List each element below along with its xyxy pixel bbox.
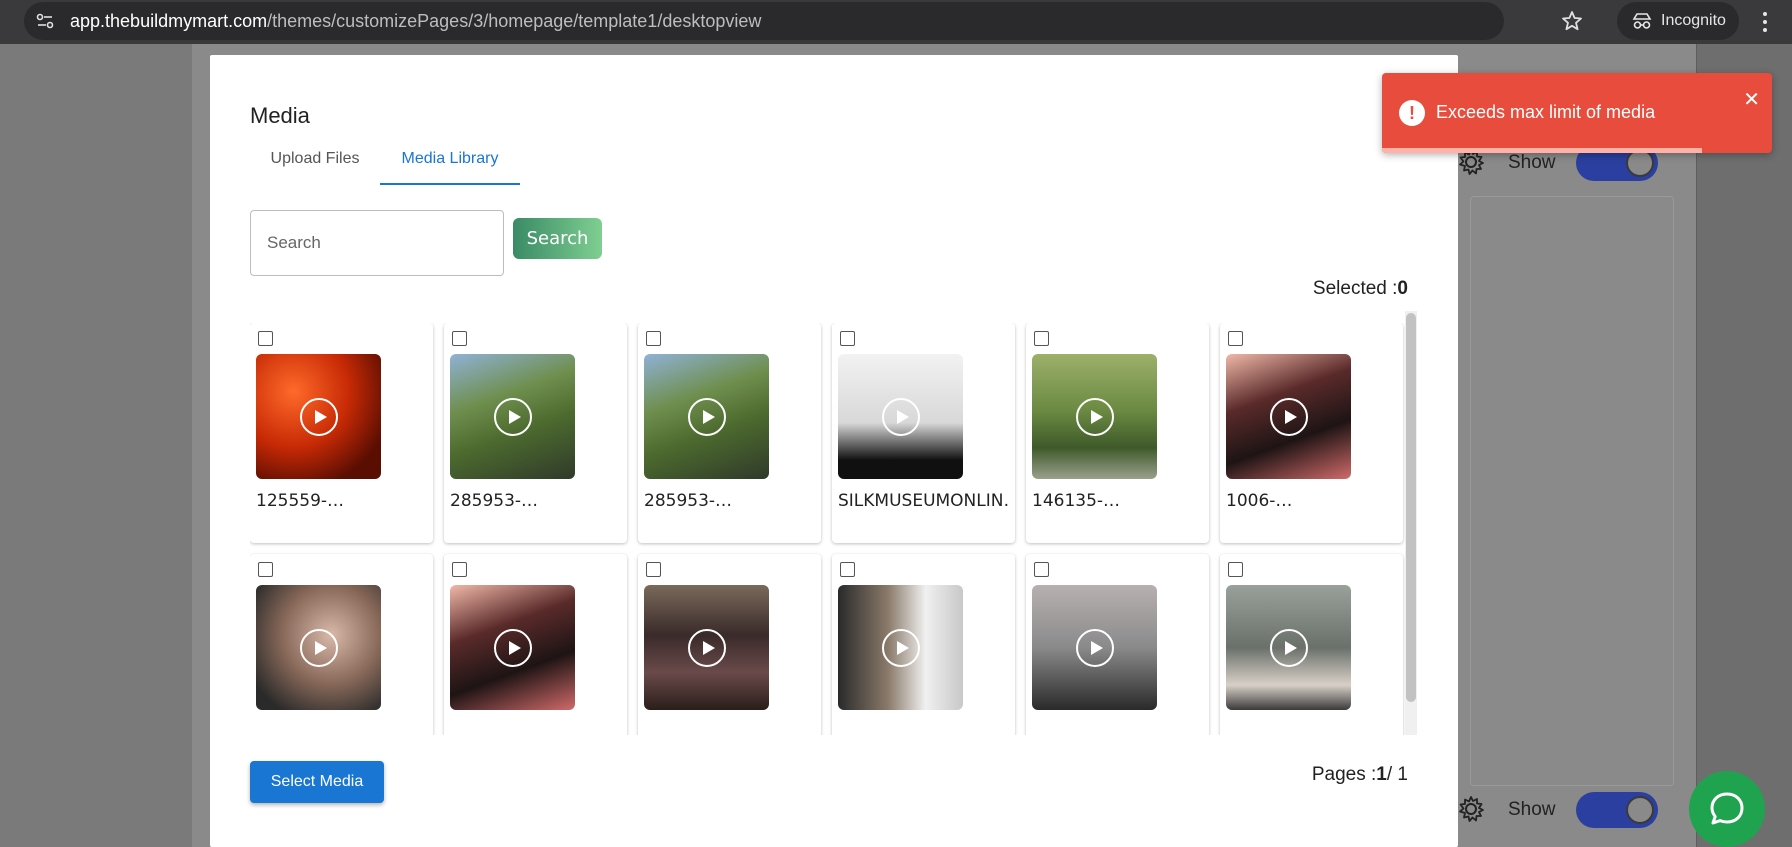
selected-value: 0 (1397, 278, 1408, 299)
pages-label: Pages : (1311, 764, 1377, 785)
media-checkbox[interactable] (258, 562, 273, 577)
play-icon[interactable] (494, 398, 532, 436)
background-sidebar (1697, 44, 1792, 847)
chat-bubble-icon (1710, 792, 1744, 825)
modal-title: Media (250, 103, 310, 128)
play-icon[interactable] (1076, 629, 1114, 667)
play-icon[interactable] (1270, 398, 1308, 436)
play-icon[interactable] (300, 398, 338, 436)
play-icon[interactable] (300, 629, 338, 667)
media-checkbox[interactable] (1034, 331, 1049, 346)
media-filename: 285953-… (450, 491, 539, 511)
media-thumbnail[interactable] (838, 585, 963, 710)
browser-toolbar: app.thebuildmymart.com/themes/customizeP… (0, 0, 1792, 44)
media-checkbox[interactable] (1034, 562, 1049, 577)
media-checkbox[interactable] (1228, 331, 1243, 346)
select-media-button[interactable]: Select Media (250, 761, 384, 803)
address-bar[interactable]: app.thebuildmymart.com/themes/customizeP… (24, 2, 1504, 40)
media-filename: 1006-… (1226, 491, 1293, 511)
media-checkbox[interactable] (1228, 562, 1243, 577)
media-thumbnail[interactable] (450, 585, 575, 710)
toast-progress-bar (1382, 148, 1702, 153)
media-thumbnail[interactable] (644, 585, 769, 710)
media-card[interactable] (1220, 554, 1403, 735)
media-card[interactable]: 1006-… (1220, 323, 1403, 543)
site-settings-icon[interactable] (36, 12, 54, 30)
media-thumbnail[interactable] (450, 354, 575, 479)
media-checkbox[interactable] (258, 331, 273, 346)
background-panel (1470, 196, 1674, 786)
browser-menu-icon[interactable] (1760, 10, 1770, 34)
media-card[interactable]: 125559-… (250, 323, 433, 543)
media-thumbnail[interactable] (644, 354, 769, 479)
media-card[interactable] (832, 554, 1015, 735)
media-thumbnail[interactable] (256, 585, 381, 710)
incognito-icon (1632, 13, 1652, 29)
gear-icon (1459, 796, 1484, 822)
play-icon[interactable] (688, 629, 726, 667)
media-filename: 285953-… (644, 491, 733, 511)
play-icon[interactable] (882, 629, 920, 667)
media-card[interactable]: 285953-… (638, 323, 821, 543)
selected-label: Selected : (1312, 278, 1398, 299)
play-icon[interactable] (688, 398, 726, 436)
media-card[interactable]: 146135-… (1026, 323, 1209, 543)
media-grid: 125559-… 285953-… 285953-… SILKMUSEUMONLIN…… (250, 323, 1414, 735)
media-thumbnail[interactable] (1226, 354, 1351, 479)
incognito-label: Incognito (1661, 12, 1726, 29)
search-button[interactable]: Search (513, 218, 602, 259)
media-thumbnail[interactable] (1032, 585, 1157, 710)
media-card[interactable] (250, 554, 433, 735)
selected-count: Selected :0 (1313, 278, 1408, 300)
bookmark-star-icon[interactable] (1560, 9, 1584, 33)
play-icon[interactable] (494, 629, 532, 667)
media-modal: Media Upload Files Media Library Search … (210, 55, 1458, 847)
url-host: app.thebuildmymart.com (70, 11, 268, 31)
media-checkbox[interactable] (452, 562, 467, 577)
media-checkbox[interactable] (452, 331, 467, 346)
media-thumbnail[interactable] (256, 354, 381, 479)
close-icon[interactable]: ✕ (1743, 87, 1760, 112)
media-thumbnail[interactable] (838, 354, 963, 479)
error-toast: ! Exceeds max limit of media ✕ (1382, 73, 1772, 153)
media-card[interactable]: 285953-… (444, 323, 627, 543)
tab-upload-files[interactable]: Upload Files (250, 140, 380, 185)
search-input[interactable] (250, 210, 504, 276)
media-card[interactable] (444, 554, 627, 735)
play-icon[interactable] (1076, 398, 1114, 436)
media-filename: SILKMUSEUMONLIN… (838, 491, 1010, 511)
tab-media-library[interactable]: Media Library (380, 140, 520, 185)
play-icon[interactable] (882, 398, 920, 436)
pages-total: / 1 (1386, 764, 1408, 785)
media-checkbox[interactable] (840, 331, 855, 346)
url-text[interactable]: app.thebuildmymart.com/themes/customizeP… (70, 11, 761, 32)
media-thumbnail[interactable] (1032, 354, 1157, 479)
background-show-row-2: Show (1456, 788, 1686, 832)
chat-button[interactable] (1689, 771, 1765, 847)
media-checkbox[interactable] (646, 562, 661, 577)
toast-message: Exceeds max limit of media (1436, 102, 1656, 122)
pagination: Pages :1/ 1 (1312, 764, 1408, 786)
scrollbar-thumb[interactable] (1406, 313, 1416, 702)
media-filename: 125559-… (256, 491, 345, 511)
media-checkbox[interactable] (646, 331, 661, 346)
media-filename: 146135-… (1032, 491, 1121, 511)
url-path: /themes/customizePages/3/homepage/templa… (267, 11, 762, 31)
media-card[interactable] (1026, 554, 1209, 735)
media-checkbox[interactable] (840, 562, 855, 577)
media-card[interactable] (638, 554, 821, 735)
error-icon: ! (1399, 100, 1425, 126)
show-label: Show (1508, 799, 1556, 820)
show-label: Show (1508, 152, 1556, 173)
pages-current: 1 (1376, 764, 1387, 785)
incognito-indicator[interactable]: Incognito (1617, 2, 1739, 40)
play-icon[interactable] (1270, 629, 1308, 667)
media-thumbnail[interactable] (1226, 585, 1351, 710)
show-toggle[interactable] (1576, 792, 1658, 828)
media-card[interactable]: SILKMUSEUMONLIN… (832, 323, 1015, 543)
media-grid-scrollbar[interactable] (1405, 311, 1417, 735)
